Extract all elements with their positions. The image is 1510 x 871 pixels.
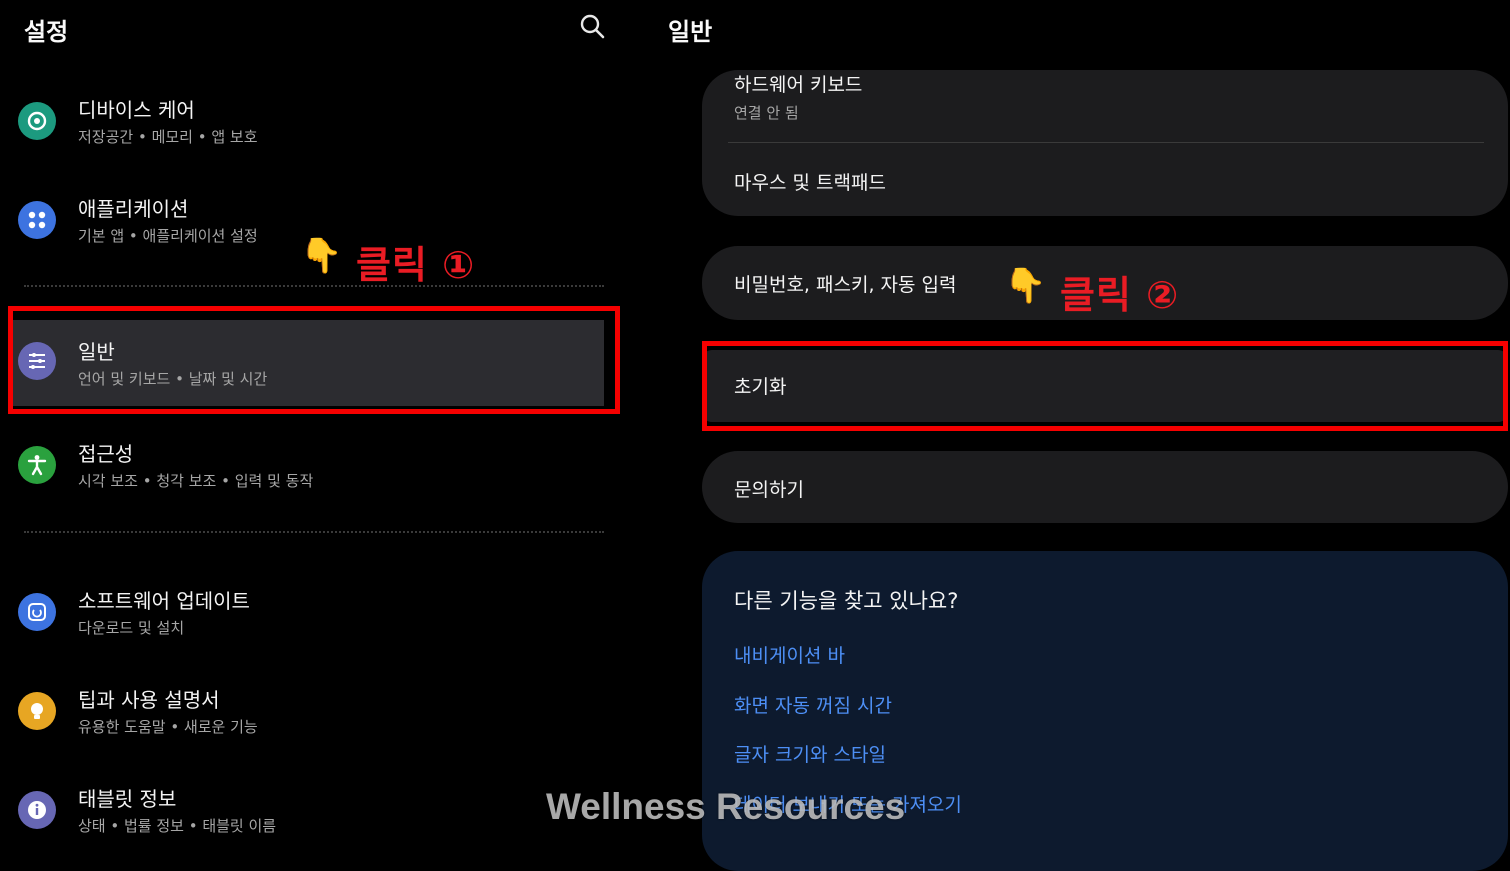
page-title: 설정 — [24, 18, 69, 46]
item-subtitle: 상태 • 법률 정보 • 태블릿 이름 — [78, 817, 277, 835]
passwords-label: 비밀번호, 패스키, 자동 입력 — [734, 274, 957, 296]
highlight-box-general — [8, 306, 620, 414]
item-subtitle: 기본 앱 • 애플리케이션 설정 — [78, 227, 258, 245]
settings-item-accessibility[interactable]: 접근성 시각 보조 • 청각 보조 • 입력 및 동작 — [10, 428, 606, 508]
contact-item[interactable]: 문의하기 — [702, 451, 1508, 523]
apps-icon — [18, 201, 56, 239]
accessibility-icon — [18, 446, 56, 484]
link-navigation-bar[interactable]: 내비게이션 바 — [734, 641, 845, 668]
item-title: 소프트웨어 업데이트 — [78, 589, 250, 613]
pointing-hand-icon: 👇 — [300, 236, 343, 276]
settings-item-tablet-info[interactable]: 태블릿 정보 상태 • 법률 정보 • 태블릿 이름 — [10, 773, 606, 853]
detail-title: 일반 — [668, 18, 713, 46]
device-care-icon — [18, 102, 56, 140]
search-icon[interactable] — [578, 12, 606, 40]
click-annotation-1: 클릭 ① — [356, 243, 476, 287]
mouse-trackpad-item[interactable]: 마우스 및 트랙패드 — [734, 168, 886, 195]
suggestions-heading: 다른 기능을 찾고 있나요? — [734, 589, 959, 613]
card-divider — [728, 142, 1484, 143]
link-font-size-style[interactable]: 글자 크기와 스타일 — [734, 740, 886, 767]
section-divider — [24, 285, 604, 287]
item-subtitle: 유용한 도움말 • 새로운 기능 — [78, 718, 258, 736]
watermark: Wellness Resources — [546, 786, 906, 827]
keyboard-mouse-card: 하드웨어 키보드 연결 안 됨 마우스 및 트랙패드 — [702, 70, 1508, 216]
highlight-box-reset — [702, 341, 1508, 431]
link-screen-timeout[interactable]: 화면 자동 꺼짐 시간 — [734, 691, 892, 718]
item-title: 태블릿 정보 — [78, 787, 177, 811]
item-title: 접근성 — [78, 442, 134, 466]
click-annotation-2: 클릭 ② — [1060, 273, 1180, 317]
settings-item-software-update[interactable]: 소프트웨어 업데이트 다운로드 및 설치 — [10, 575, 606, 655]
settings-item-device-care[interactable]: 디바이스 케어 저장공간 • 메모리 • 앱 보호 — [10, 84, 606, 164]
hardware-keyboard-item[interactable]: 하드웨어 키보드 — [734, 70, 862, 97]
item-subtitle: 다운로드 및 설치 — [78, 619, 185, 637]
lightbulb-icon — [18, 692, 56, 730]
item-subtitle: 저장공간 • 메모리 • 앱 보호 — [78, 128, 258, 146]
pointing-hand-icon: 👇 — [1004, 266, 1047, 306]
item-title: 애플리케이션 — [78, 197, 189, 221]
item-title: 디바이스 케어 — [78, 98, 195, 122]
item-title: 팁과 사용 설명서 — [78, 688, 220, 712]
section-divider — [24, 531, 604, 533]
keyboard-status: 연결 안 됨 — [734, 104, 799, 122]
settings-item-tips[interactable]: 팁과 사용 설명서 유용한 도움말 • 새로운 기능 — [10, 674, 606, 754]
contact-label: 문의하기 — [734, 479, 804, 501]
software-update-icon — [18, 593, 56, 631]
item-subtitle: 시각 보조 • 청각 보조 • 입력 및 동작 — [78, 472, 314, 490]
info-icon — [18, 791, 56, 829]
